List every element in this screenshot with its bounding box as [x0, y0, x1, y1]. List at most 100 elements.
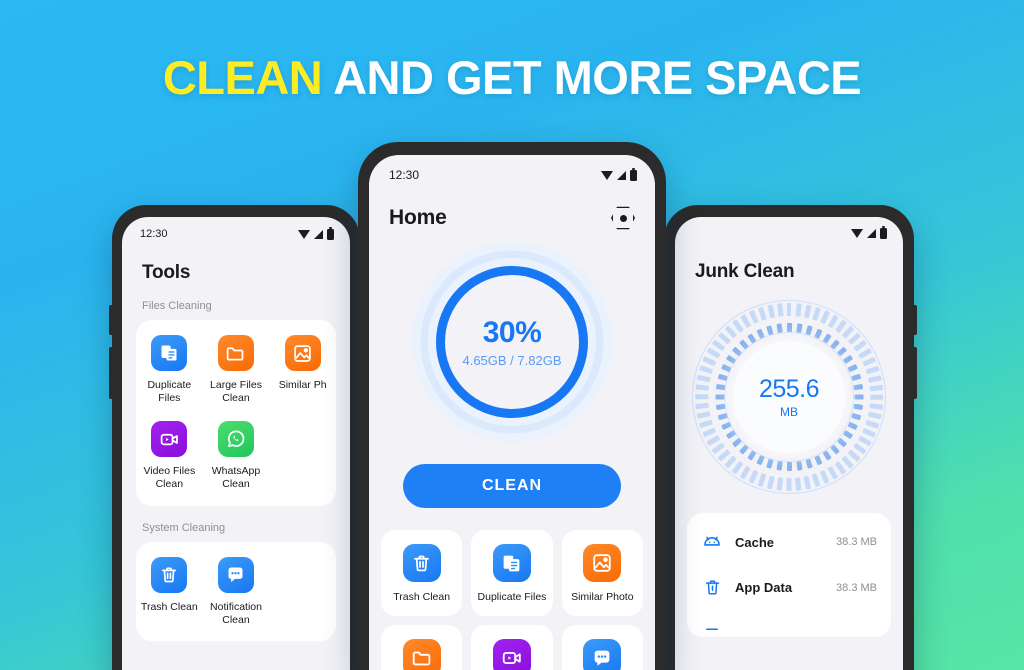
battery-icon [327, 226, 334, 240]
scanner-tick [795, 323, 803, 334]
list-item-name: Cache [735, 534, 775, 550]
scanner-tick [786, 478, 792, 491]
whatsapp-icon [217, 421, 254, 458]
tool-similar-photo[interactable]: Similar Ph [269, 335, 336, 405]
phone-mockup-left: 12:30 Tools Files Cleaning Duplicate Fil… [109, 205, 360, 670]
scanner-tick [776, 303, 783, 317]
phone-side-button [109, 305, 113, 335]
tool-label: Duplicate Files [147, 379, 192, 405]
wifi-icon [851, 229, 863, 238]
tool-label: Trash Clean [140, 600, 198, 613]
signal-icon [314, 229, 323, 239]
quick-actions-grid: Trash Clean Duplicate Files Similar Phot… [381, 530, 643, 670]
settings-gear-icon[interactable] [611, 206, 635, 230]
scanner-tick [715, 394, 724, 400]
section-label-files-cleaning: Files Cleaning [142, 300, 212, 312]
trash-icon [402, 544, 441, 582]
tile-similar-photo[interactable]: Similar Photo [561, 530, 643, 616]
section-label-system-cleaning: System Cleaning [142, 521, 226, 534]
tile-video-files-clean[interactable] [471, 624, 553, 670]
tool-placeholder [269, 557, 336, 627]
tile-label: Duplicate Files [477, 591, 547, 603]
video-icon [492, 638, 531, 670]
list-item[interactable] [687, 610, 891, 631]
trash-icon [151, 556, 188, 593]
tool-video-files-clean[interactable]: Video Files Clean [136, 421, 203, 491]
tool-whatsapp-clean[interactable]: WhatsApp Clean [203, 421, 270, 491]
android-icon [701, 532, 723, 552]
phone-side-button [109, 347, 113, 399]
scanner-value: 255.6 [758, 375, 820, 403]
tool-label: WhatsApp Clean [211, 465, 261, 491]
gear-center-dot [619, 214, 627, 222]
status-icons [298, 226, 334, 240]
folder-icon [217, 335, 254, 371]
screen-title-home: Home [389, 206, 447, 229]
tile-notification-clean[interactable] [561, 624, 643, 670]
headline-rest: AND GET MORE SPACE [322, 51, 862, 104]
phone-screen-left: 12:30 Tools Files Cleaning Duplicate Fil… [122, 217, 350, 670]
scanner-tick [795, 477, 802, 491]
scanner-tick [786, 303, 792, 316]
phone-side-button [913, 305, 917, 335]
tool-large-files-clean[interactable]: Large Files Clean [203, 335, 270, 405]
tool-label: Large Files Clean [210, 379, 262, 405]
tool-trash-clean[interactable]: Trash Clean [136, 556, 203, 627]
junk-scanner-gauge: 255.6 MB [691, 299, 887, 495]
status-time: 12:30 [140, 228, 168, 240]
scanner-tick [870, 394, 883, 400]
duplicate-files-icon [151, 335, 188, 371]
list-item-name: App Data [735, 580, 793, 595]
page-title: CLEAN AND GET MORE SPACE [0, 50, 1024, 105]
trash-icon [701, 578, 723, 597]
home-header: Home [389, 206, 635, 230]
battery-icon [880, 226, 887, 239]
system-cleaning-card: Trash Clean Notification Clean [136, 541, 336, 641]
gauge-text: 30% 4.65GB / 7.82GB [412, 242, 612, 442]
list-item-size: 38.3 MB [836, 536, 877, 548]
list-item-size: 38.3 MB [836, 581, 877, 594]
tile-label: Similar Photo [571, 591, 634, 603]
status-bar: 12:30 [369, 155, 655, 182]
gauge-storage-label: 4.65GB / 7.82GB [462, 353, 562, 368]
junk-list-card: Cache 38.3 MB App Data 38.3 MB [687, 513, 891, 637]
status-time: 12:30 [389, 168, 420, 182]
tool-placeholder [269, 421, 336, 491]
scanner-unit: MB [780, 405, 798, 419]
phone-screen-center: 12:30 Home 30% 4.65GB / 7.82GB CLEAN Tra… [369, 155, 655, 670]
signal-icon [867, 229, 876, 238]
phone-mockup-right: Junk Clean 255.6 MB Cache 38.3 MB App Da… [664, 205, 917, 670]
status-icons [851, 226, 887, 239]
scanner-tick [786, 462, 792, 471]
list-item[interactable]: Cache 38.3 MB [687, 519, 891, 565]
scanner-tick [854, 394, 863, 400]
scanner-tick [795, 460, 803, 471]
scanner-tick [786, 323, 792, 332]
tile-duplicate-files[interactable]: Duplicate Files [471, 530, 553, 616]
scanner-tick [695, 394, 708, 400]
tile-label: Trash Clean [393, 591, 451, 603]
status-icons [601, 167, 637, 181]
scanner-value-core: 255.6 MB [733, 341, 845, 453]
video-icon [151, 421, 188, 458]
chat-bubble-icon [217, 556, 254, 593]
list-item[interactable]: App Data 38.3 MB [687, 565, 891, 610]
gauge-percent: 30% [482, 316, 542, 349]
tool-label: Similar Ph [278, 379, 327, 391]
files-cleaning-card: Duplicate Files Large Files Clean Simila… [136, 320, 336, 506]
phone-screen-right: Junk Clean 255.6 MB Cache 38.3 MB App Da… [675, 217, 903, 670]
screen-title-tools: Tools [142, 262, 191, 283]
photo-icon [284, 335, 321, 371]
wifi-icon [298, 229, 310, 239]
duplicate-files-icon [492, 544, 531, 582]
tool-label: Video Files Clean [143, 465, 196, 491]
screen-title-junk-clean: Junk Clean [695, 261, 795, 282]
phone-side-button [913, 347, 917, 399]
tool-duplicate-files[interactable]: Duplicate Files [136, 335, 203, 405]
signal-icon [617, 170, 626, 180]
tile-trash-clean[interactable]: Trash Clean [381, 530, 463, 616]
clean-button[interactable]: CLEAN [403, 464, 621, 508]
tile-large-files-clean[interactable] [381, 624, 463, 670]
tool-notification-clean[interactable]: Notification Clean [203, 556, 270, 627]
tool-label: Notification Clean [210, 600, 262, 626]
